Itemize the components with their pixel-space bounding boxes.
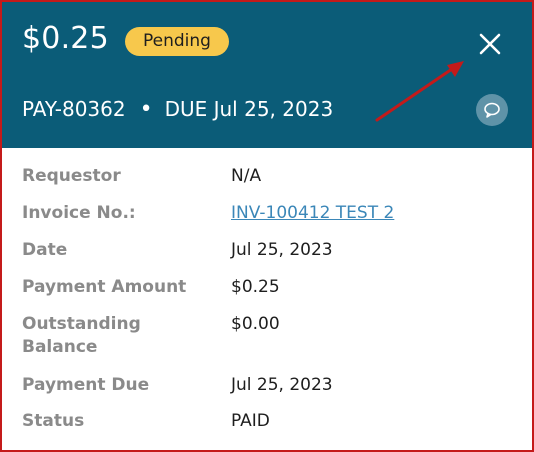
payment-header: $0.25 Pending PAY-80362 • DUE Jul 25, 2023 (2, 2, 532, 148)
status-badge: Pending (125, 27, 229, 56)
close-icon (479, 33, 501, 55)
payment-detail-panel: $0.25 Pending PAY-80362 • DUE Jul 25, 2023… (0, 0, 534, 452)
speech-bubble-icon (484, 102, 500, 118)
close-button[interactable] (472, 26, 508, 62)
outstanding-balance-value: $0.00 (231, 314, 280, 334)
payment-amount-label: Payment Amount (22, 277, 187, 297)
status-value: PAID (231, 411, 270, 431)
payment-amount: $0.25 (22, 21, 109, 56)
status-label: Status (22, 411, 85, 431)
date-value: Jul 25, 2023 (231, 240, 333, 260)
payment-amount-value: $0.25 (231, 277, 280, 297)
requestor-label: Requestor (22, 166, 121, 186)
invoice-link[interactable]: INV-100412 TEST 2 (231, 202, 394, 225)
invoice-label: Invoice No.: (22, 203, 136, 223)
payment-due-label: Payment Due (22, 375, 150, 395)
outstanding-balance-label: Outstanding Balance (22, 314, 141, 357)
comment-button[interactable] (476, 94, 508, 126)
payment-meta: PAY-80362 • DUE Jul 25, 2023 (22, 97, 333, 122)
due-date: DUE Jul 25, 2023 (164, 97, 334, 121)
separator-dot: • (139, 97, 153, 122)
requestor-value: N/A (231, 166, 262, 186)
date-label: Date (22, 240, 68, 260)
payment-due-value: Jul 25, 2023 (231, 375, 333, 395)
payment-id: PAY-80362 (22, 97, 126, 121)
